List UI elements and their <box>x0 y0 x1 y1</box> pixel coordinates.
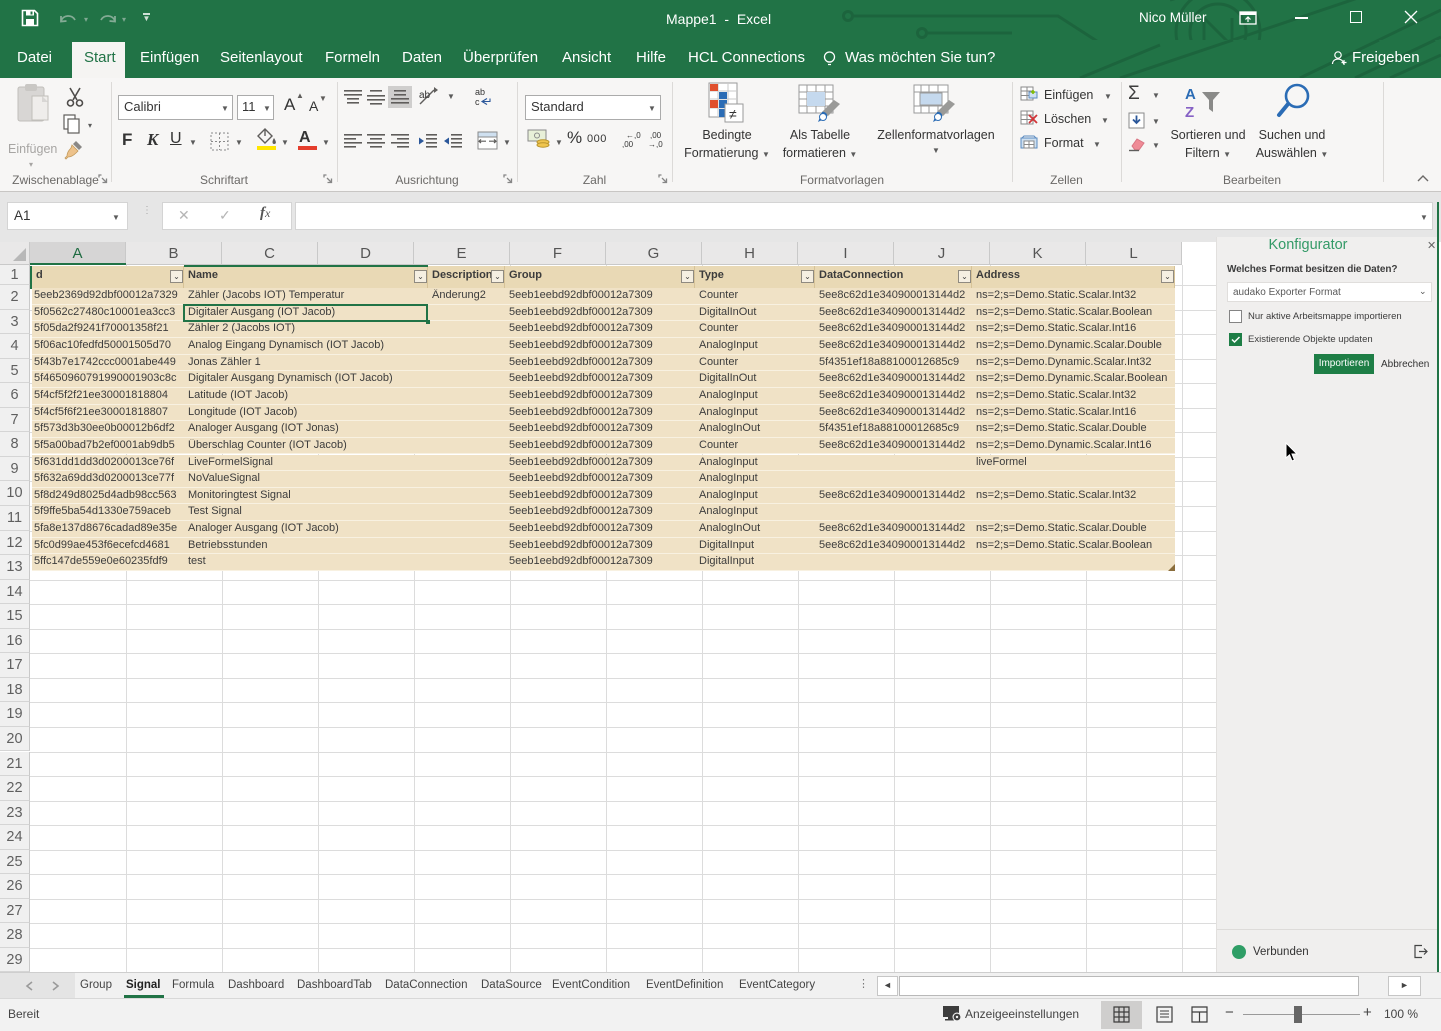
svg-text:A: A <box>1185 86 1196 103</box>
svg-text:≠: ≠ <box>729 106 737 122</box>
svg-text:,00: ,00 <box>622 140 634 148</box>
svg-text:←,0: ←,0 <box>626 131 641 140</box>
svg-text:Z: Z <box>1185 104 1194 121</box>
svg-text:ab: ab <box>475 87 485 97</box>
svg-text:ab: ab <box>419 90 431 101</box>
svg-text:→,0: →,0 <box>648 140 663 148</box>
svg-text:,00: ,00 <box>650 131 662 140</box>
svg-text:c: c <box>475 97 480 107</box>
